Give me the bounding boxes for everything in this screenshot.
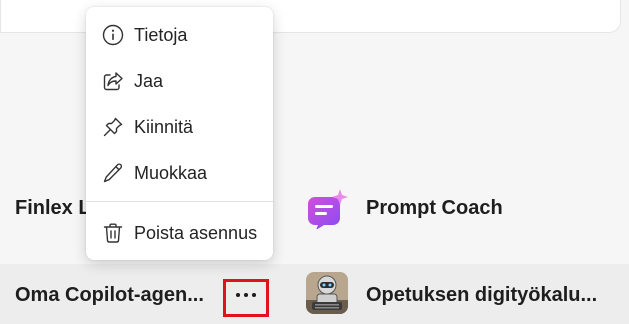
app-label-oma-copilot[interactable]: Oma Copilot-agen... [15,284,220,307]
menu-label: Poista asennus [134,222,258,243]
edit-pencil-icon [102,162,124,184]
menu-label: Kiinnitä [134,116,194,137]
context-menu: Tietoja Jaa Kiinnitä Muokkaa Poista asen… [86,7,273,260]
more-options-button[interactable] [223,279,269,317]
menu-label: Muokkaa [134,162,208,183]
app-label-finlex[interactable]: Finlex L [15,197,90,220]
menu-item-jaa[interactable]: Jaa [86,58,273,104]
app-label-opetuksen[interactable]: Opetuksen digityökalu... [366,284,616,307]
pin-icon [102,116,124,138]
prompt-coach-icon[interactable] [306,187,348,229]
menu-label: Jaa [134,70,164,91]
robot-avatar-icon[interactable] [306,272,348,314]
menu-item-kiinnita[interactable]: Kiinnitä [86,104,273,150]
share-icon [102,70,124,92]
menu-divider [86,201,273,202]
trash-icon [102,222,124,244]
menu-item-poista-asennus[interactable]: Poista asennus [86,210,273,256]
app-label-prompt-coach[interactable]: Prompt Coach [366,197,503,220]
menu-label: Tietoja [134,24,188,45]
menu-item-tietoja[interactable]: Tietoja [86,12,273,58]
more-dots-icon [236,293,256,297]
info-icon [102,24,124,46]
menu-item-muokkaa[interactable]: Muokkaa [86,150,273,196]
